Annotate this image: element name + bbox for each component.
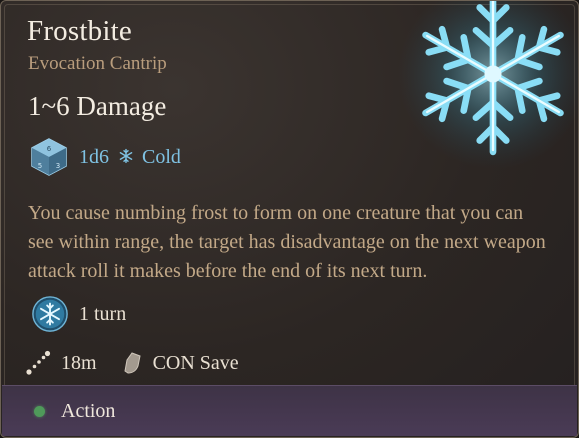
- save-text: CON Save: [152, 351, 239, 374]
- range-text: 18m: [61, 351, 97, 374]
- damage-dice-row: 6 5 3 1d6 Cold: [29, 137, 181, 177]
- svg-text:6: 6: [47, 145, 52, 153]
- action-dot-icon: [34, 405, 45, 417]
- spell-tooltip: Frostbite Evocation Cantrip 1~6 Damage 6…: [0, 0, 579, 438]
- damage-range: 1~6 Damage: [28, 91, 167, 121]
- dice-value: 1d6: [79, 145, 109, 168]
- damage-dice-text: 1d6 Cold: [79, 146, 181, 169]
- action-cost-bar: Action: [2, 385, 577, 436]
- shield-save-icon: [124, 352, 141, 374]
- cold-snowflake-icon: [119, 148, 133, 163]
- frost-condition-icon: [32, 296, 68, 332]
- range-icon: [26, 350, 51, 375]
- spell-name: Frostbite: [27, 15, 132, 47]
- action-cost-text: Action: [61, 399, 116, 422]
- duration-row: 1 turn: [31, 295, 126, 333]
- snowflake-icon: [398, 1, 578, 169]
- range-save-row: 18m CON Save: [25, 348, 239, 378]
- svg-text:3: 3: [56, 162, 60, 170]
- d6-dice-icon: 6 5 3: [31, 138, 67, 176]
- duration-text: 1 turn: [79, 302, 127, 325]
- svg-text:5: 5: [38, 162, 42, 170]
- damage-type: Cold: [142, 145, 181, 168]
- spell-school: Evocation Cantrip: [28, 53, 167, 74]
- spell-description: You cause numbing frost to form on one c…: [28, 202, 546, 282]
